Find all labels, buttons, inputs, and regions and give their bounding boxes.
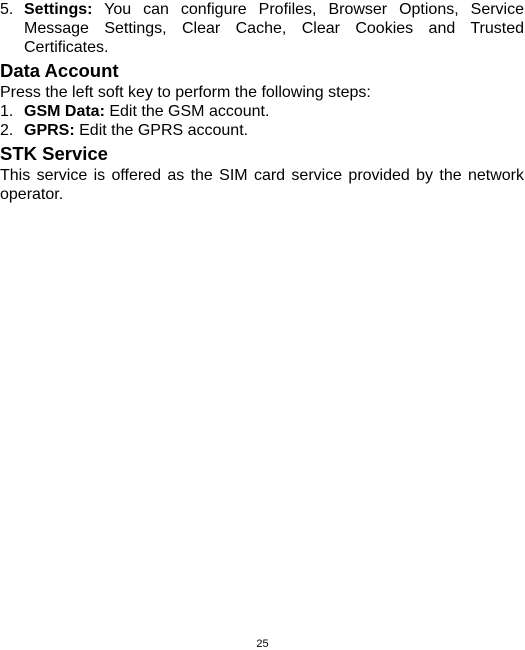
section-heading-data-account: Data Account	[0, 60, 119, 81]
document-page: 5. Settings: You can configure Profiles,…	[0, 0, 524, 204]
list-item-body: GSM Data: Edit the GSM account.	[24, 102, 524, 121]
page-number: 25	[256, 638, 269, 650]
list-item-label: GSM Data:	[24, 103, 105, 120]
stk-service-text: This service is offered as the SIM card …	[0, 167, 524, 203]
step-list-item: 2. GPRS: Edit the GPRS account.	[0, 121, 524, 140]
data-account-intro: Press the left soft key to perform the f…	[0, 84, 371, 101]
section-heading-stk-service: STK Service	[0, 143, 108, 164]
list-item-text: Edit the GPRS account.	[74, 122, 249, 139]
list-item-number: 5.	[0, 1, 14, 18]
list-item-body: Settings: You can configure Profiles, Br…	[24, 0, 524, 57]
step-list-item: 1. GSM Data: Edit the GSM account.	[0, 102, 524, 121]
list-item-label: GPRS:	[24, 122, 75, 139]
list-item-text: Edit the GSM account.	[104, 103, 270, 120]
settings-list-item: 5. Settings: You can configure Profiles,…	[0, 0, 524, 57]
list-item-number: 2.	[0, 122, 14, 139]
list-item-label: Settings:	[24, 1, 93, 18]
list-item-body: GPRS: Edit the GPRS account.	[24, 121, 524, 140]
list-item-text: You can configure Profiles, Browser Opti…	[24, 1, 524, 56]
list-item-number: 1.	[0, 103, 14, 120]
